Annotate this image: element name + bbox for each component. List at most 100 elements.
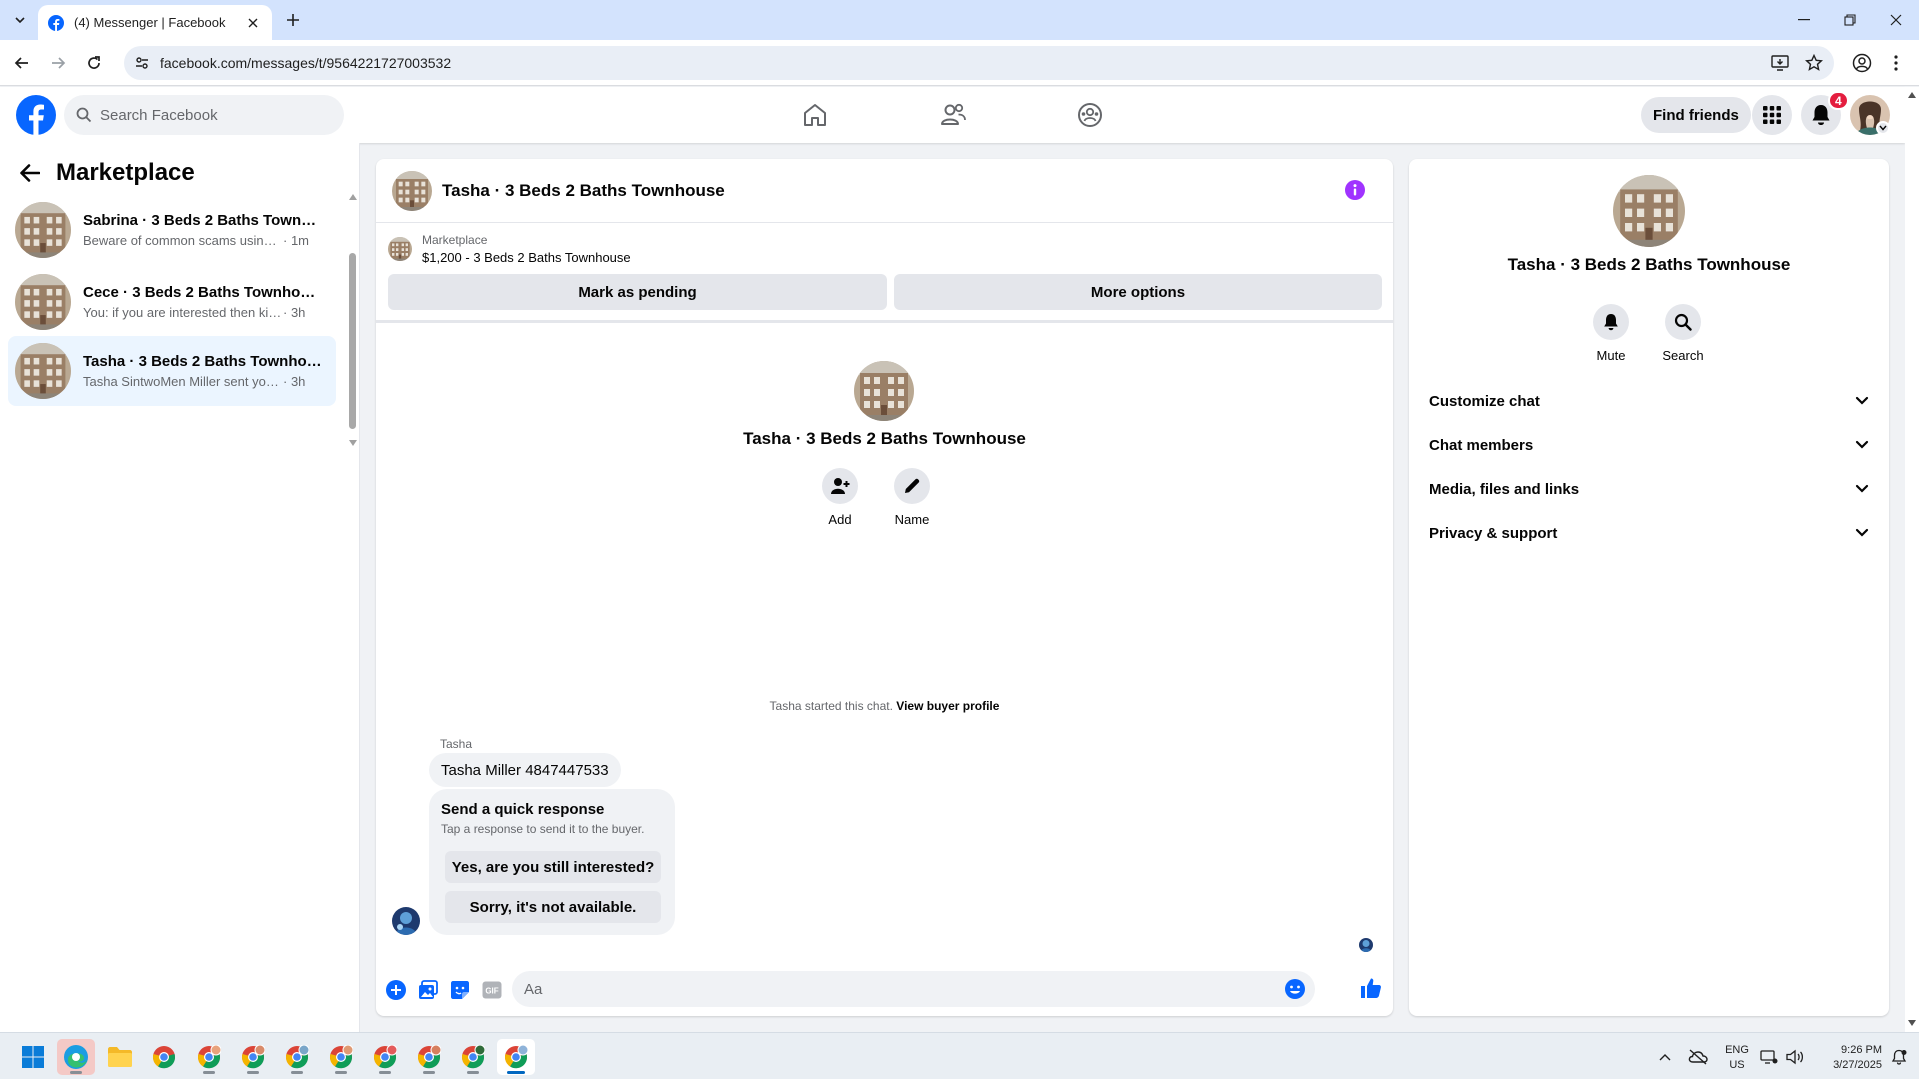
facebook-logo-icon[interactable] xyxy=(16,95,56,135)
taskbar-edge-icon[interactable] xyxy=(57,1039,95,1075)
quick-response-still-interested[interactable]: Yes, are you still interested? xyxy=(445,851,661,883)
taskbar-chrome-profile-icon[interactable] xyxy=(234,1039,272,1075)
listing-price[interactable]: $1,200 - 3 Beds 2 Baths Townhouse xyxy=(422,250,631,265)
search-icon xyxy=(1674,313,1692,331)
mark-as-pending-button[interactable]: Mark as pending xyxy=(388,274,887,310)
bookmark-star-icon[interactable] xyxy=(1800,49,1828,77)
taskbar-chrome-profile-icon[interactable] xyxy=(454,1039,492,1075)
conversation-item-cece[interactable]: Cece · 3 Beds 2 Baths Townhouse You: if … xyxy=(8,267,336,337)
search-in-conversation-action[interactable]: Search xyxy=(1648,304,1718,363)
attach-photo-icon[interactable] xyxy=(416,978,440,1002)
more-options-button[interactable]: More options xyxy=(894,274,1382,310)
clock-time: 9:26 PM xyxy=(1841,1044,1882,1056)
minimize-icon[interactable] xyxy=(1781,0,1827,40)
chat-started-notice: Tasha started this chat. View buyer prof… xyxy=(376,699,1393,713)
taskbar-chrome-icon[interactable] xyxy=(145,1039,183,1075)
new-tab-icon[interactable] xyxy=(282,9,304,31)
chat-title[interactable]: Tasha · 3 Beds 2 Baths Townhouse xyxy=(442,181,725,201)
conversation-name: Sabrina · 3 Beds 2 Baths Townho... xyxy=(83,212,323,229)
conversation-name: Cece · 3 Beds 2 Baths Townhouse xyxy=(83,284,323,301)
quick-response-card: Send a quick response Tap a response to … xyxy=(429,789,675,935)
site-settings-icon[interactable] xyxy=(134,55,150,71)
sender-avatar[interactable] xyxy=(392,907,420,935)
groups-nav-icon[interactable] xyxy=(1035,91,1145,139)
account-chevron-icon[interactable] xyxy=(1876,121,1890,135)
page-scrollbar[interactable] xyxy=(1905,87,1919,1032)
system-clock[interactable]: 9:26 PM 3/27/2025 xyxy=(1816,1043,1882,1073)
sidebar-header: Marketplace xyxy=(20,159,195,187)
conversation-item-sabrina[interactable]: Sabrina · 3 Beds 2 Baths Townho... Bewar… xyxy=(8,195,336,265)
find-friends-button[interactable]: Find friends xyxy=(1641,97,1751,133)
home-nav-icon[interactable] xyxy=(760,91,870,139)
gif-icon[interactable]: GIF xyxy=(480,978,504,1002)
forward-arrow-icon[interactable] xyxy=(46,51,70,75)
add-label: Add xyxy=(828,512,852,527)
privacy-support-section[interactable]: Privacy & support xyxy=(1417,511,1881,555)
app-running-indicator xyxy=(247,1071,259,1074)
back-arrow-icon[interactable] xyxy=(10,51,34,75)
quick-response-subtitle: Tap a response to send it to the buyer. xyxy=(441,822,645,836)
input-language-indicator[interactable]: ENG US xyxy=(1722,1043,1752,1073)
conversation-info-icon[interactable] xyxy=(1344,179,1366,201)
back-arrow-icon[interactable] xyxy=(20,164,40,182)
taskbar-chrome-profile-icon[interactable] xyxy=(366,1039,404,1075)
section-label: Media, files and links xyxy=(1429,480,1580,498)
address-bar[interactable]: facebook.com/messages/t/9564221727003532 xyxy=(124,46,1834,80)
taskbar-chrome-profile-icon[interactable] xyxy=(322,1039,360,1075)
add-people-action[interactable]: Add xyxy=(810,468,870,527)
keyboard-region: US xyxy=(1729,1059,1745,1071)
close-window-icon[interactable] xyxy=(1873,0,1919,40)
listing-thumbnail[interactable] xyxy=(388,237,412,261)
message-bubble[interactable]: Tasha Miller 4847447533 xyxy=(429,753,621,787)
sidebar-scroll-thumb[interactable] xyxy=(349,253,356,429)
facebook-header: Find friends 4 xyxy=(0,87,1905,143)
more-actions-plus-icon[interactable] xyxy=(384,978,408,1002)
customize-chat-section[interactable]: Customize chat xyxy=(1417,379,1881,423)
media-files-links-section[interactable]: Media, files and links xyxy=(1417,467,1881,511)
marketplace-sidebar: Marketplace Sabrina · 3 Beds 2 Baths Tow… xyxy=(0,143,360,1032)
conversation-time: · 3h xyxy=(283,374,306,389)
chat-avatar[interactable] xyxy=(392,171,432,211)
notification-center-icon[interactable] xyxy=(1882,1039,1916,1075)
chat-info-panel: Tasha · 3 Beds 2 Baths Townhouse Mute Se… xyxy=(1409,159,1889,1016)
friends-nav-icon[interactable] xyxy=(898,91,1008,139)
close-tab-icon[interactable] xyxy=(244,14,262,32)
tab-search-icon[interactable] xyxy=(8,8,32,32)
read-receipt-avatar xyxy=(1359,938,1373,952)
like-thumbs-up-icon[interactable] xyxy=(1359,976,1383,1000)
menu-grid-icon[interactable] xyxy=(1752,95,1792,135)
name-chat-action[interactable]: Name xyxy=(882,468,942,527)
install-app-icon[interactable] xyxy=(1766,49,1794,77)
facebook-search-input[interactable] xyxy=(100,106,320,124)
conversation-item-tasha[interactable]: Tasha · 3 Beds 2 Baths Townhouse Tasha S… xyxy=(8,336,336,406)
section-label: Privacy & support xyxy=(1429,524,1558,542)
sidebar-scrollbar[interactable] xyxy=(347,193,359,543)
reload-icon[interactable] xyxy=(82,51,106,75)
browser-menu-icon[interactable] xyxy=(1884,51,1908,75)
mute-action[interactable]: Mute xyxy=(1576,304,1646,363)
onedrive-offline-icon[interactable] xyxy=(1678,1039,1718,1075)
conversation-name: Tasha · 3 Beds 2 Baths Townhouse xyxy=(83,353,323,370)
taskbar-chrome-active-icon[interactable] xyxy=(497,1039,535,1075)
volume-icon[interactable] xyxy=(1778,1039,1812,1075)
chat-members-section[interactable]: Chat members xyxy=(1417,423,1881,467)
facebook-search-box[interactable] xyxy=(64,95,344,135)
chat-panel: Tasha · 3 Beds 2 Baths Townhouse Marketp… xyxy=(376,159,1393,1016)
taskbar-chrome-profile-icon[interactable] xyxy=(278,1039,316,1075)
taskbar-chrome-profile-icon[interactable] xyxy=(190,1039,228,1075)
windows-start-icon[interactable] xyxy=(14,1039,52,1075)
view-buyer-profile-link[interactable]: View buyer profile xyxy=(896,699,999,713)
profile-icon[interactable] xyxy=(1850,51,1874,75)
message-input-box[interactable] xyxy=(512,971,1315,1007)
quick-response-not-available[interactable]: Sorry, it's not available. xyxy=(445,891,661,923)
browser-tab-messenger[interactable]: (4) Messenger | Facebook xyxy=(38,5,272,40)
sticker-icon[interactable] xyxy=(448,978,472,1002)
taskbar-chrome-profile-icon[interactable] xyxy=(410,1039,448,1075)
restore-icon[interactable] xyxy=(1827,0,1873,40)
clock-date: 3/27/2025 xyxy=(1833,1059,1882,1071)
emoji-icon[interactable] xyxy=(1283,977,1307,1001)
conversation-snippet: You: if you are interested then kindl... xyxy=(83,305,283,320)
message-sender-name: Tasha xyxy=(440,737,473,751)
message-input[interactable] xyxy=(524,980,1264,998)
taskbar-file-explorer-icon[interactable] xyxy=(101,1039,139,1075)
